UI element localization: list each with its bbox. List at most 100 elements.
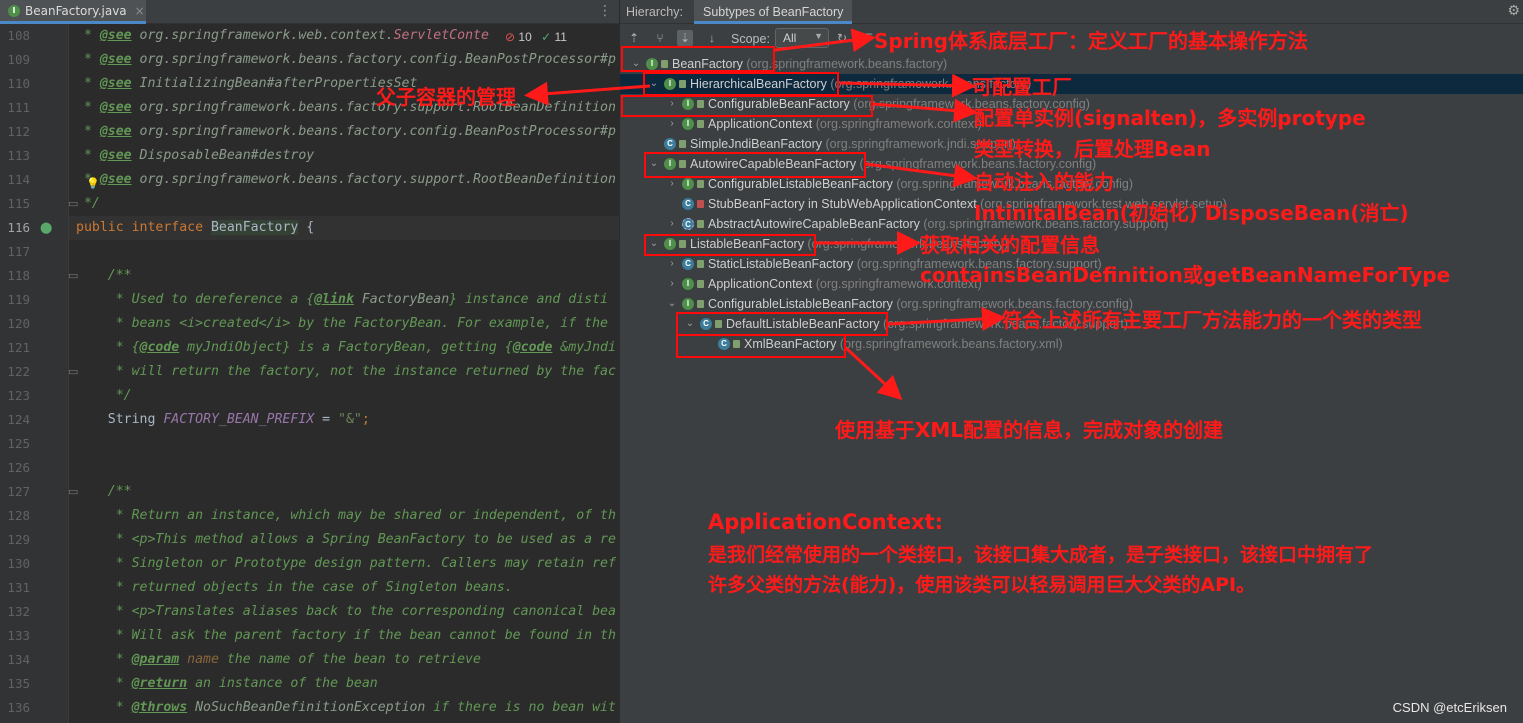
- code-token: org.springframework.beans.factory.suppor…: [131, 172, 616, 187]
- code-line[interactable]: * @see org.springframework.beans.factory…: [76, 168, 616, 192]
- tab-subtypes[interactable]: Subtypes of BeanFactory: [694, 0, 853, 24]
- code-line[interactable]: * Return an instance, which may be share…: [76, 504, 616, 528]
- public-lock-icon: [697, 120, 704, 128]
- annotation-xml-info: 使用基于XML配置的信息，完成对象的创建: [835, 418, 1224, 442]
- code-area[interactable]: * @see org.springframework.web.context.S…: [69, 24, 619, 723]
- supertypes-icon[interactable]: ⇡: [626, 30, 642, 46]
- code-line[interactable]: /**: [76, 264, 132, 288]
- interface-icon: I: [682, 278, 694, 290]
- code-line[interactable]: * beans <i>created</i> by the FactoryBea…: [76, 312, 608, 336]
- inspection-widget[interactable]: ⊘ 10 ✓ 11: [505, 30, 567, 44]
- annotation-contains-def: containsBeanDefinition或getBeanNameForTyp…: [920, 263, 1451, 287]
- class-icon: C: [664, 138, 676, 150]
- implemented-icon[interactable]: ⬤: [40, 216, 52, 240]
- line-number: 133: [7, 628, 30, 643]
- annotation-init-dispose: IntinitalBean(初始化) DisposeBean(消亡): [974, 201, 1409, 225]
- line-number: 119: [7, 292, 30, 307]
- tree-node-label: SimpleJndiBeanFactory (org.springframewo…: [690, 134, 1016, 154]
- code-line[interactable]: * {@code myJndiObject} is a FactoryBean,…: [76, 336, 616, 360]
- code-line[interactable]: * Singleton or Prototype design pattern.…: [76, 552, 616, 576]
- code-line[interactable]: * <p>This method allows a Spring BeanFac…: [76, 528, 616, 552]
- collapse-chevron-icon[interactable]: ›: [666, 114, 678, 134]
- code-line[interactable]: * @see org.springframework.beans.factory…: [76, 48, 616, 72]
- code-token: public interface: [76, 220, 211, 235]
- collapse-chevron-icon[interactable]: ›: [666, 254, 678, 274]
- line-number: 126: [7, 460, 30, 475]
- line-number: 136: [7, 700, 30, 715]
- code-token: } instance and disti: [449, 292, 608, 307]
- public-lock-icon: [697, 220, 704, 228]
- code-line[interactable]: * @see org.springframework.beans.factory…: [76, 96, 616, 120]
- package-name: (org.springframework.context): [812, 117, 982, 131]
- collapse-chevron-icon[interactable]: ›: [666, 214, 678, 234]
- code-token: @throws: [131, 700, 188, 715]
- code-token: =: [314, 412, 339, 427]
- code-token: &myJndi: [552, 340, 616, 355]
- code-line[interactable]: * Will ask the parent factory if the bea…: [76, 624, 616, 648]
- code-token: FactoryBean: [353, 292, 450, 307]
- code-line[interactable]: * @param name the name of the bean to re…: [76, 648, 481, 672]
- gear-icon[interactable]: ⚙: [1507, 2, 1520, 19]
- code-token: @see: [99, 172, 132, 187]
- code-token: *: [76, 700, 132, 715]
- scope-value: All: [783, 31, 797, 45]
- refresh-icon[interactable]: ↻: [834, 30, 850, 46]
- error-count: 10: [518, 30, 532, 44]
- code-line[interactable]: * @see org.springframework.web.context.S…: [76, 24, 489, 48]
- line-number: 115: [7, 196, 30, 211]
- code-token: InitializingBean#afterPropertiesSet: [131, 76, 418, 91]
- scope-dropdown[interactable]: All ▼: [775, 28, 829, 48]
- hierarchy-title: Hierarchy:: [626, 5, 683, 19]
- annotation-spring-base: Spring体系底层工厂：定义工厂的基本操作方法: [874, 29, 1308, 53]
- code-token: {: [298, 220, 315, 235]
- code-line[interactable]: public interface BeanFactory {: [76, 216, 314, 240]
- code-token: * Will ask the parent factory if the bea…: [76, 628, 616, 643]
- type-hierarchy-icon[interactable]: ⑂: [652, 30, 668, 46]
- code-line[interactable]: * @see org.springframework.beans.factory…: [76, 120, 616, 144]
- code-token: @link: [314, 292, 354, 307]
- line-number: 112: [7, 124, 30, 139]
- code-line[interactable]: /**: [76, 480, 132, 504]
- editor-tab-beanfactory[interactable]: I BeanFactory.java ×: [0, 0, 146, 24]
- abstract-class-icon: C: [682, 218, 694, 230]
- subtypes-icon[interactable]: ⇣: [677, 30, 693, 46]
- code-editor[interactable]: I BeanFactory.java × ⋮ 108 109 110 111 112 11…: [0, 0, 619, 723]
- line-number: 108: [7, 28, 30, 43]
- code-line[interactable]: * returned objects in the case of Single…: [76, 576, 513, 600]
- code-token: * <p>This method allows a Spring BeanFac…: [76, 532, 616, 547]
- line-number: 129: [7, 532, 30, 547]
- line-number: 120: [7, 316, 30, 331]
- code-line[interactable]: */: [76, 384, 132, 408]
- code-token: org.springframework.beans.factory.config…: [131, 124, 616, 139]
- type-name: ApplicationContext: [708, 277, 813, 291]
- close-tab-icon[interactable]: ×: [135, 4, 145, 18]
- annotation-box-xml: [676, 334, 846, 358]
- code-line[interactable]: String FACTORY_BEAN_PREFIX = "&";: [76, 408, 370, 432]
- line-number: 127: [7, 484, 30, 499]
- code-line[interactable]: * will return the factory, not the insta…: [76, 360, 616, 384]
- sort-alpha-icon[interactable]: ↓: [704, 30, 720, 46]
- interface-file-icon: I: [8, 4, 20, 17]
- code-token: *: [76, 124, 100, 139]
- code-token: org.springframework.beans.factory.suppor…: [131, 100, 616, 115]
- collapse-chevron-icon[interactable]: ›: [666, 274, 678, 294]
- annotation-default-listable: 符合上述所有主要工厂方法能力的一个类的类型: [1002, 308, 1422, 332]
- error-icon: ⊘: [505, 30, 516, 44]
- code-line[interactable]: * @return an instance of the bean: [76, 672, 378, 696]
- lightbulb-icon[interactable]: 💡: [86, 172, 100, 196]
- code-line[interactable]: * Used to dereference a {@link FactoryBe…: [76, 288, 608, 312]
- annotation-appctx-line2: 许多父类的方法(能力)，使用该类可以轻易调用巨大父类的API。: [708, 574, 1256, 596]
- code-line[interactable]: * @see DisposableBean#destroy: [76, 144, 314, 168]
- code-token: *: [76, 148, 100, 163]
- code-token: @code: [139, 340, 180, 355]
- annotation-type-convert: 类型转换，后置处理Bean: [974, 137, 1211, 161]
- annotation-parent-container: 父子容器的管理: [376, 85, 516, 109]
- public-lock-icon: [697, 280, 704, 288]
- more-options-icon[interactable]: ⋮: [598, 3, 612, 19]
- code-line[interactable]: * @throws NoSuchBeanDefinitionException …: [76, 696, 616, 720]
- code-token: * Used to dereference a {: [76, 292, 315, 307]
- code-line[interactable]: * @see InitializingBean#afterPropertiesS…: [76, 72, 417, 96]
- code-line[interactable]: * <p>Translates aliases back to the corr…: [76, 600, 616, 624]
- line-number: 135: [7, 676, 30, 691]
- expand-chevron-icon[interactable]: ⌄: [666, 294, 678, 314]
